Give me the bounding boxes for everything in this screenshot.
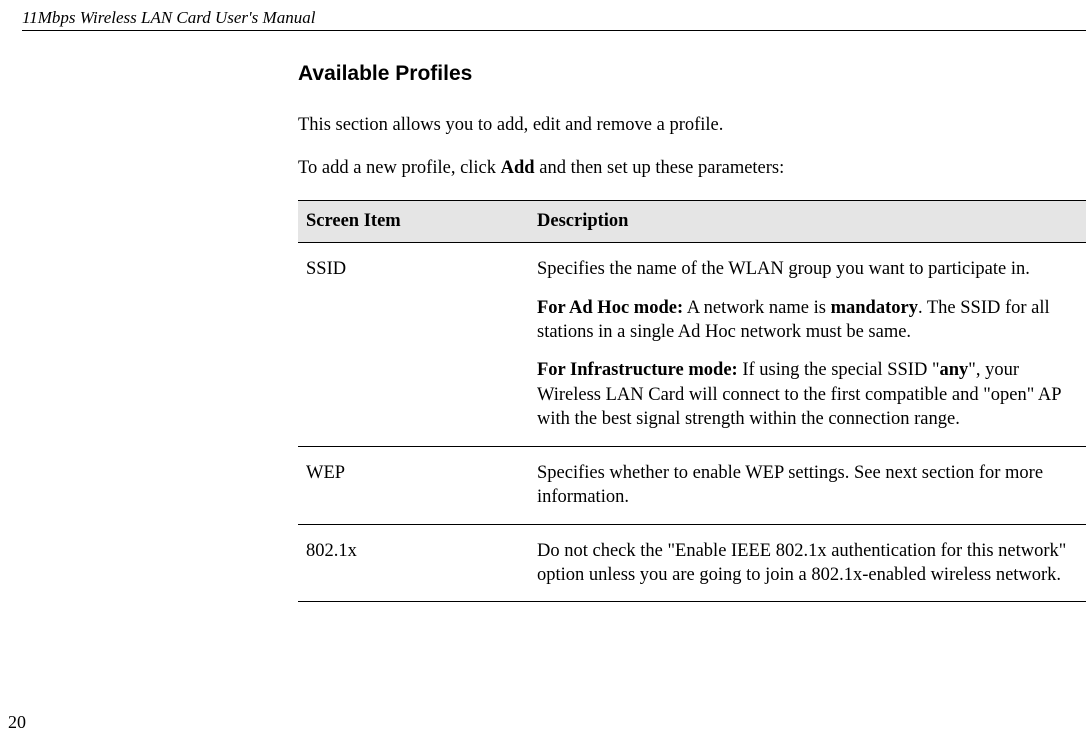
col-header-description: Description [529,201,1086,243]
header-divider [22,30,1086,31]
col-header-item: Screen Item [298,201,529,243]
desc-bold-mid: any [940,360,969,380]
intro2-pre: To add a new profile, click [298,158,501,178]
parameter-table: Screen Item Description SSID Specifies t… [298,200,1086,602]
page-number: 20 [8,712,26,733]
running-header: 11Mbps Wireless LAN Card User's Manual [22,8,315,28]
intro-paragraph-2: To add a new profile, click Add and then… [298,157,1086,180]
cell-item: SSID [298,243,529,446]
intro-paragraph-1: This section allows you to add, edit and… [298,114,1086,137]
desc-block: For Infrastructure mode: If using the sp… [537,358,1078,431]
desc-block: Specifies whether to enable WEP settings… [537,461,1078,510]
desc-text: A network name is [683,298,830,318]
main-content: Available Profiles This section allows y… [298,62,1086,602]
desc-block: Do not check the "Enable IEEE 802.1x aut… [537,539,1078,588]
desc-block: For Ad Hoc mode: A network name is manda… [537,296,1078,345]
desc-bold-lead: For Ad Hoc mode: [537,298,683,318]
intro2-post: and then set up these parameters: [535,158,785,178]
section-heading: Available Profiles [298,62,1086,86]
table-row: 802.1x Do not check the "Enable IEEE 802… [298,524,1086,602]
table-row: SSID Specifies the name of the WLAN grou… [298,243,1086,446]
desc-bold-lead: For Infrastructure mode: [537,360,738,380]
desc-text: If using the special SSID " [738,360,940,380]
table-row: WEP Specifies whether to enable WEP sett… [298,446,1086,524]
intro2-bold: Add [501,158,535,178]
cell-description: Specifies whether to enable WEP settings… [529,446,1086,524]
cell-item: 802.1x [298,524,529,602]
table-header-row: Screen Item Description [298,201,1086,243]
cell-description: Do not check the "Enable IEEE 802.1x aut… [529,524,1086,602]
cell-item: WEP [298,446,529,524]
desc-block: Specifies the name of the WLAN group you… [537,257,1078,281]
desc-bold-mid: mandatory [831,298,918,318]
cell-description: Specifies the name of the WLAN group you… [529,243,1086,446]
